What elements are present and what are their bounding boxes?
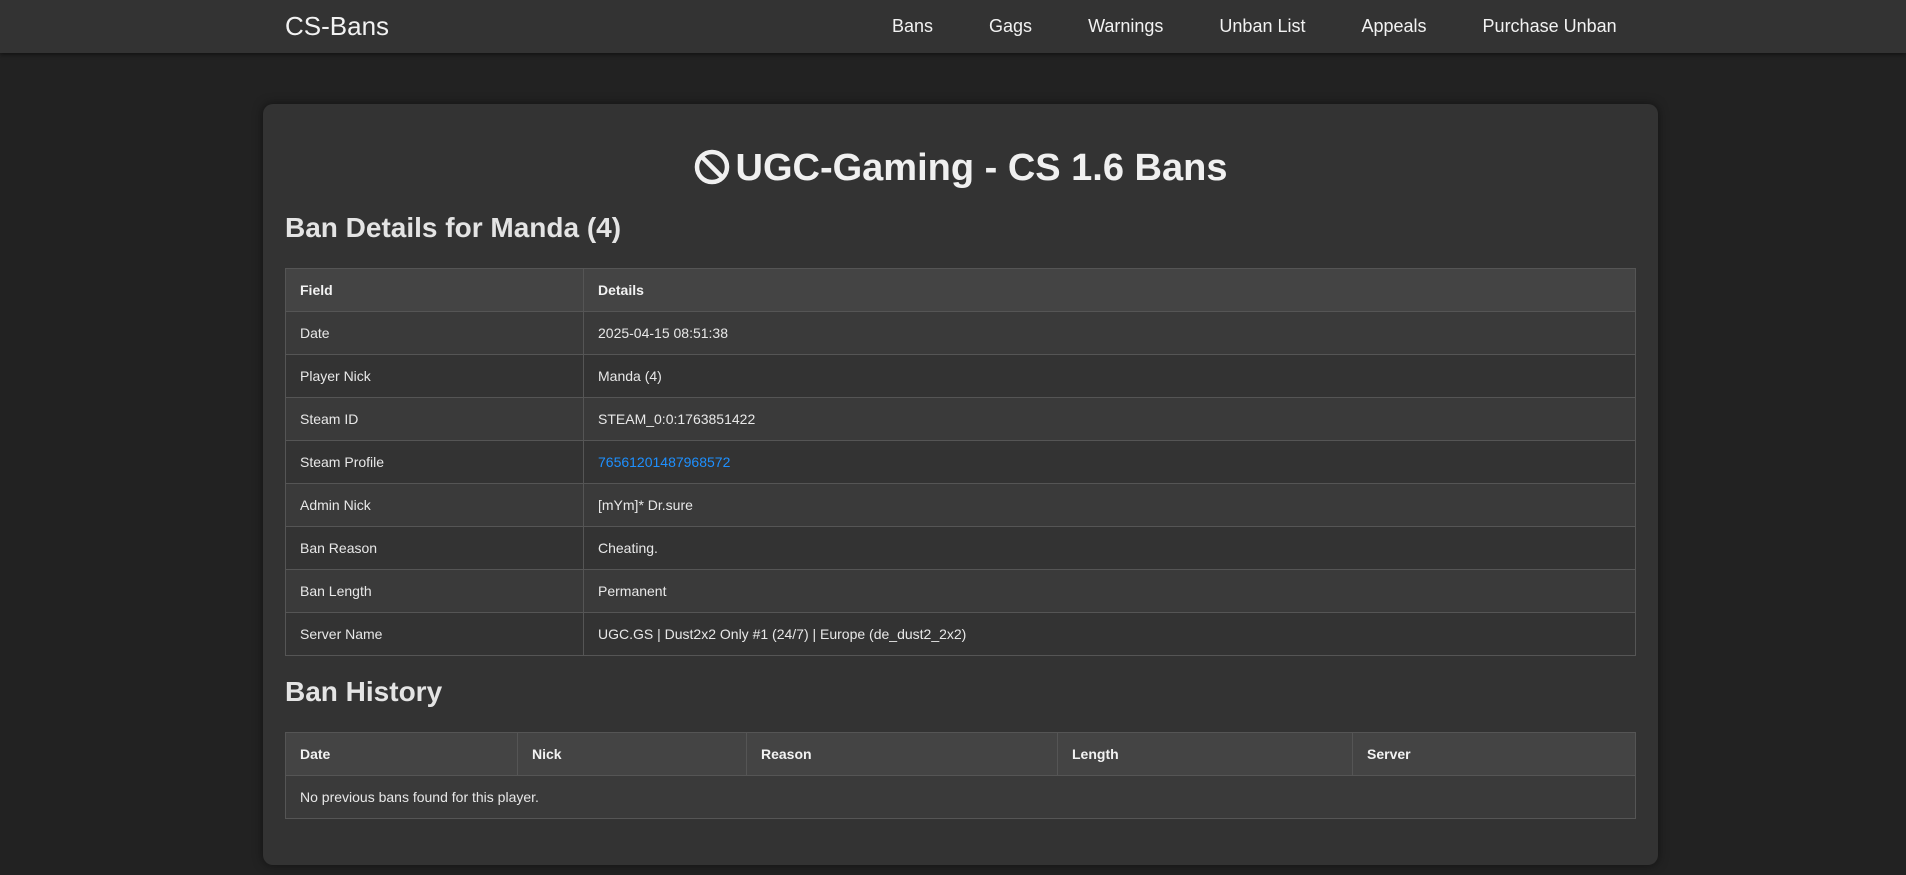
table-row: Date 2025-04-15 08:51:38 [285, 311, 1636, 355]
field-label: Steam Profile [285, 440, 584, 484]
column-header-length: Length [1057, 732, 1353, 776]
table-row: No previous bans found for this player. [285, 775, 1636, 819]
nav-link-purchase-unban[interactable]: Purchase Unban [1455, 0, 1645, 53]
nav-link-bans[interactable]: Bans [864, 0, 961, 53]
brand-link[interactable]: CS-Bans [285, 10, 389, 42]
nav-link-unban-list[interactable]: Unban List [1191, 0, 1333, 53]
field-value-player-nick: Manda (4) [583, 354, 1636, 398]
table-row: Server Name UGC.GS | Dust2x2 Only #1 (24… [285, 612, 1636, 656]
table-row: Ban Reason Cheating. [285, 526, 1636, 570]
field-value-server-name: UGC.GS | Dust2x2 Only #1 (24/7) | Europe… [583, 612, 1636, 656]
field-value-admin-nick: [mYm]* Dr.sure [583, 483, 1636, 527]
nav-link-gags[interactable]: Gags [961, 0, 1060, 53]
table-header-row: Field Details [285, 268, 1636, 312]
nav-links: Bans Gags Warnings Unban List Appeals Pu… [864, 0, 1645, 53]
column-header-date: Date [285, 732, 518, 776]
column-header-reason: Reason [746, 732, 1058, 776]
field-value-ban-length: Permanent [583, 569, 1636, 613]
field-label: Date [285, 311, 584, 355]
content-card: UGC-Gaming - CS 1.6 Bans Ban Details for… [263, 104, 1658, 865]
ban-history-table: Date Nick Reason Length Server No previo… [285, 732, 1636, 819]
column-header-server: Server [1352, 732, 1636, 776]
column-header-details: Details [583, 268, 1636, 312]
nav-link-warnings[interactable]: Warnings [1060, 0, 1191, 53]
field-label: Server Name [285, 612, 584, 656]
table-header-row: Date Nick Reason Length Server [285, 732, 1636, 776]
field-label: Ban Length [285, 569, 584, 613]
field-label: Steam ID [285, 397, 584, 441]
field-label: Player Nick [285, 354, 584, 398]
page-title: UGC-Gaming - CS 1.6 Bans [263, 146, 1658, 195]
table-row: Admin Nick [mYm]* Dr.sure [285, 483, 1636, 527]
ban-icon [694, 149, 730, 195]
field-label: Admin Nick [285, 483, 584, 527]
field-value-steam-id: STEAM_0:0:1763851422 [583, 397, 1636, 441]
table-row: Player Nick Manda (4) [285, 354, 1636, 398]
ban-details-table: Field Details Date 2025-04-15 08:51:38 P… [285, 268, 1636, 656]
ban-history-heading: Ban History [285, 676, 443, 707]
field-label: Ban Reason [285, 526, 584, 570]
column-header-field: Field [285, 268, 584, 312]
nav-link-appeals[interactable]: Appeals [1333, 0, 1454, 53]
top-navbar: CS-Bans Bans Gags Warnings Unban List Ap… [0, 0, 1906, 53]
ban-details-heading: Ban Details for Manda (4) [285, 212, 622, 243]
steam-profile-link[interactable]: 76561201487968572 [598, 454, 730, 470]
page-title-text: UGC-Gaming - CS 1.6 Bans [735, 147, 1228, 189]
field-value-ban-reason: Cheating. [583, 526, 1636, 570]
empty-history-message: No previous bans found for this player. [285, 775, 1636, 819]
table-row: Steam Profile 76561201487968572 [285, 440, 1636, 484]
table-row: Ban Length Permanent [285, 569, 1636, 613]
field-value-steam-profile: 76561201487968572 [583, 440, 1636, 484]
column-header-nick: Nick [517, 732, 747, 776]
field-value-date: 2025-04-15 08:51:38 [583, 311, 1636, 355]
table-row: Steam ID STEAM_0:0:1763851422 [285, 397, 1636, 441]
